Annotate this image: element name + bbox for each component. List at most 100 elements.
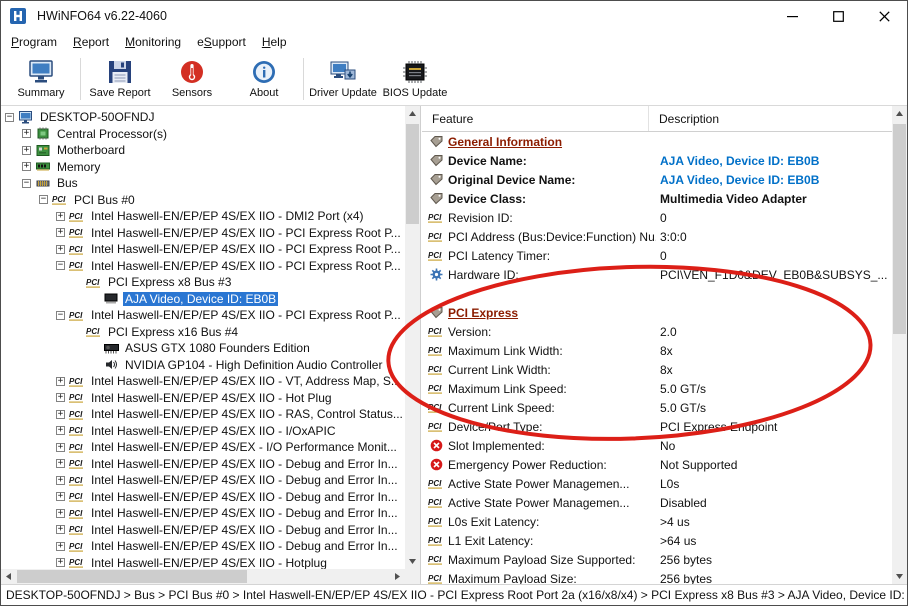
scroll-left-arrow-icon[interactable] (1, 569, 16, 584)
about-button[interactable]: About (228, 53, 300, 105)
tree-item[interactable]: −PCIIntel Haswell-EN/EP/EP 4S/EX IIO - P… (1, 307, 405, 324)
expand-toggle[interactable]: + (22, 146, 31, 155)
expand-toggle[interactable]: + (56, 476, 65, 485)
tree-item[interactable]: +Central Processor(s) (1, 126, 405, 143)
details-row[interactable]: PCIActive State Power Managemen...L0s (422, 474, 892, 493)
tree-item[interactable]: +PCIIntel Haswell-EN/EP/EP 4S/EX IIO - D… (1, 472, 405, 489)
collapse-toggle[interactable]: − (5, 113, 14, 122)
details-row[interactable]: Emergency Power Reduction:Not Supported (422, 455, 892, 474)
details-row[interactable]: Original Device Name:AJA Video, Device I… (422, 170, 892, 189)
details-row[interactable]: Hardware ID:PCI\VEN_F1D0&DEV_EB0B&SUBSYS… (422, 265, 892, 284)
tree-item[interactable]: PCIPCI Express x16 Bus #4 (1, 324, 405, 341)
save-button[interactable]: Save Report (84, 53, 156, 105)
tree-item[interactable]: +PCIIntel Haswell-EN/EP/EP 4S/EX IIO - D… (1, 505, 405, 522)
details-row[interactable]: PCIMaximum Link Speed:5.0 GT/s (422, 379, 892, 398)
tree-item[interactable]: +PCIIntel Haswell-EN/EP/EP 4S/EX IIO - I… (1, 423, 405, 440)
tree-item[interactable]: +PCIIntel Haswell-EN/EP/EP 4S/EX IIO - D… (1, 522, 405, 539)
expand-toggle[interactable]: + (22, 129, 31, 138)
expand-toggle[interactable]: + (56, 410, 65, 419)
tree-hscroll-thumb[interactable] (17, 570, 247, 583)
bios-button[interactable]: BIOS Update (379, 53, 451, 105)
expand-toggle[interactable]: + (56, 393, 65, 402)
tree-item[interactable]: +PCIIntel Haswell-EN/EP/EP 4S/EX IIO - D… (1, 538, 405, 555)
collapse-toggle[interactable]: − (56, 311, 65, 320)
details-row[interactable]: Device Class:Multimedia Video Adapter (422, 189, 892, 208)
details-row[interactable]: PCIPCI Address (Bus:Device:Function) Nu.… (422, 227, 892, 246)
scroll-up-arrow-icon[interactable] (405, 106, 420, 121)
details-row[interactable]: PCIL1 Exit Latency:>64 us (422, 531, 892, 550)
details-row[interactable]: PCIMaximum Payload Size:256 bytes (422, 569, 892, 584)
tree-vscroll-thumb[interactable] (406, 124, 419, 224)
details-row[interactable]: PCIMaximum Payload Size Supported:256 by… (422, 550, 892, 569)
expand-toggle[interactable]: + (56, 377, 65, 386)
tree-item[interactable]: +PCIIntel Haswell-EN/EP/EP 4S/EX IIO - D… (1, 489, 405, 506)
tree-item[interactable]: +PCIIntel Haswell-EN/EP/EP 4S/EX IIO - P… (1, 225, 405, 242)
tree-item[interactable]: +PCIIntel Haswell-EN/EP/EP 4S/EX IIO - D… (1, 456, 405, 473)
details-row[interactable]: PCICurrent Link Width:8x (422, 360, 892, 379)
expand-toggle[interactable]: + (56, 459, 65, 468)
details-row[interactable]: PCIMaximum Link Width:8x (422, 341, 892, 360)
tree-item[interactable]: +PCIIntel Haswell-EN/EP/EP 4S/EX IIO - P… (1, 241, 405, 258)
menu-esupport[interactable]: eSupport (189, 32, 254, 52)
tree-item[interactable]: +Memory (1, 159, 405, 176)
tree-item[interactable]: ASUS GTX 1080 Founders Edition (1, 340, 405, 357)
details-section-row[interactable]: General Information (422, 132, 892, 151)
expand-toggle[interactable]: + (56, 245, 65, 254)
tree-item[interactable]: +PCIIntel Haswell-EN/EP/EP 4S/EX IIO - H… (1, 555, 405, 570)
tree-item[interactable]: +PCIIntel Haswell-EN/EP/EP 4S/EX IIO - D… (1, 208, 405, 225)
close-button[interactable] (861, 1, 907, 31)
tree-vertical-scrollbar[interactable] (405, 106, 420, 569)
column-header-description[interactable]: Description (649, 106, 892, 131)
details-section-row[interactable]: PCI Express (422, 303, 892, 322)
tree-item[interactable]: −DESKTOP-50OFNDJ (1, 109, 405, 126)
expand-toggle[interactable]: + (22, 162, 31, 171)
menu-help[interactable]: Help (254, 32, 295, 52)
expand-toggle[interactable]: + (56, 509, 65, 518)
scroll-up-arrow-icon[interactable] (892, 106, 907, 121)
tree-item[interactable]: +PCIIntel Haswell-EN/EP/EP 4S/EX - I/O P… (1, 439, 405, 456)
collapse-toggle[interactable]: − (56, 261, 65, 270)
tree-item[interactable]: +PCIIntel Haswell-EN/EP/EP 4S/EX IIO - R… (1, 406, 405, 423)
tree-horizontal-scrollbar[interactable] (1, 569, 405, 584)
details-row[interactable]: PCICurrent Link Speed:5.0 GT/s (422, 398, 892, 417)
tree-item[interactable]: +Motherboard (1, 142, 405, 159)
details-row[interactable]: PCIPCI Latency Timer:0 (422, 246, 892, 265)
expand-toggle[interactable]: + (56, 426, 65, 435)
expand-toggle[interactable]: + (56, 443, 65, 452)
tree-item[interactable]: +PCIIntel Haswell-EN/EP/EP 4S/EX IIO - V… (1, 373, 405, 390)
details-vscroll-thumb[interactable] (893, 124, 906, 334)
scroll-down-arrow-icon[interactable] (405, 554, 420, 569)
details-row[interactable]: PCIRevision ID:0 (422, 208, 892, 227)
details-row[interactable]: PCIActive State Power Managemen...Disabl… (422, 493, 892, 512)
expand-toggle[interactable]: + (56, 212, 65, 221)
expand-toggle[interactable]: + (56, 542, 65, 551)
column-header-feature[interactable]: Feature (422, 106, 649, 131)
tree-item[interactable]: −PCIIntel Haswell-EN/EP/EP 4S/EX IIO - P… (1, 258, 405, 275)
tree-item[interactable]: −PCIPCI Bus #0 (1, 192, 405, 209)
tree-item[interactable]: AJA Video, Device ID: EB0B (1, 291, 405, 308)
collapse-toggle[interactable]: − (22, 179, 31, 188)
summary-button[interactable]: Summary (5, 53, 77, 105)
details-row[interactable]: PCIL0s Exit Latency:>4 us (422, 512, 892, 531)
expand-toggle[interactable]: + (56, 558, 65, 567)
details-row[interactable]: Slot Implemented:No (422, 436, 892, 455)
tree-item[interactable]: PCIPCI Express x8 Bus #3 (1, 274, 405, 291)
tree-item[interactable]: −Bus (1, 175, 405, 192)
menu-program[interactable]: Program (3, 32, 65, 52)
maximize-button[interactable] (815, 1, 861, 31)
details-row[interactable]: PCIVersion:2.0 (422, 322, 892, 341)
details-row[interactable]: Device Name:AJA Video, Device ID: EB0B (422, 151, 892, 170)
expand-toggle[interactable]: + (56, 228, 65, 237)
expand-toggle[interactable]: + (56, 492, 65, 501)
tree-item[interactable]: +PCIIntel Haswell-EN/EP/EP 4S/EX IIO - H… (1, 390, 405, 407)
details-vertical-scrollbar[interactable] (892, 106, 907, 584)
tree-item[interactable]: NVIDIA GP104 - High Definition Audio Con… (1, 357, 405, 374)
collapse-toggle[interactable]: − (39, 195, 48, 204)
expand-toggle[interactable]: + (56, 525, 65, 534)
sensors-button[interactable]: Sensors (156, 53, 228, 105)
driver-button[interactable]: Driver Update (307, 53, 379, 105)
menu-monitoring[interactable]: Monitoring (117, 32, 189, 52)
scroll-right-arrow-icon[interactable] (390, 569, 405, 584)
menu-report[interactable]: Report (65, 32, 117, 52)
scroll-down-arrow-icon[interactable] (892, 569, 907, 584)
